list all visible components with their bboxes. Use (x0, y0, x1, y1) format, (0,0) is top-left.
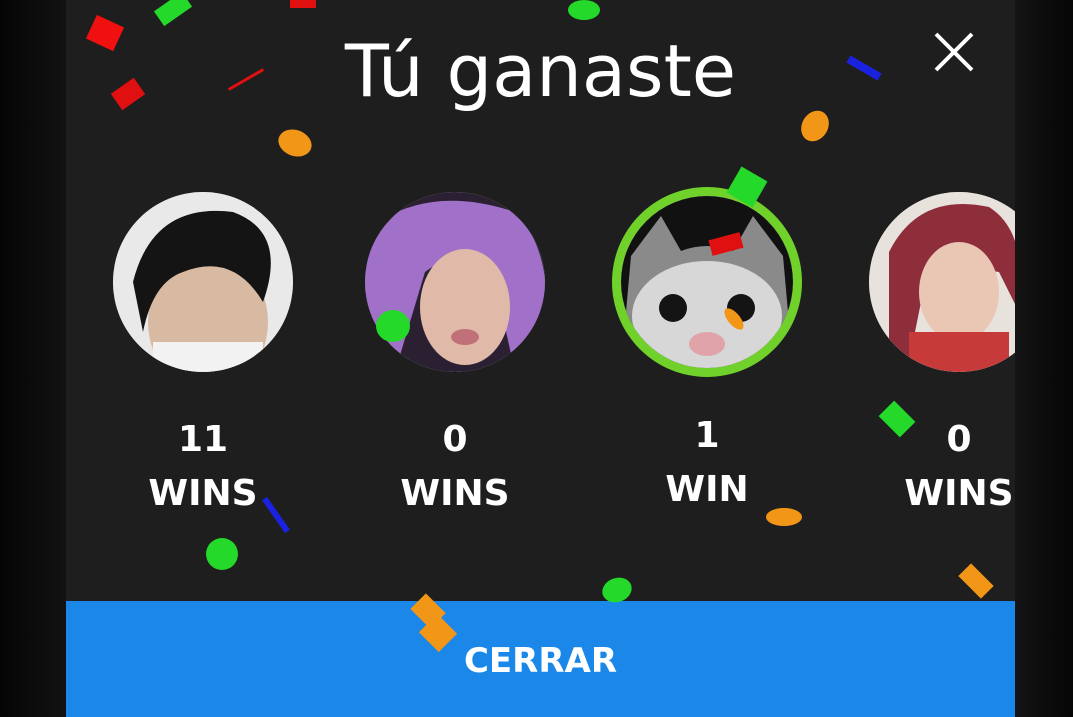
win-unit: WINS (400, 473, 510, 514)
win-unit: WINS (148, 473, 258, 514)
avatar-winner (621, 196, 793, 368)
dialog-title: Tú ganaste (344, 29, 737, 113)
results-dialog: Tú ganaste 11 WINS 0 WINS 1 WIN 0 WINS C… (66, 0, 1015, 717)
win-unit: WIN (665, 469, 749, 510)
background-right (1015, 0, 1073, 717)
confetti (206, 538, 238, 570)
win-count: 11 (177, 419, 229, 460)
win-count: 0 (442, 419, 468, 460)
player-card: 0 WINS (839, 192, 1015, 522)
player-card: 11 WINS (83, 192, 323, 522)
player-card: 0 WINS (335, 192, 575, 522)
confetti (568, 0, 600, 20)
close-icon (934, 32, 974, 72)
avatar (113, 192, 293, 372)
confetti (958, 563, 994, 599)
win-count: 1 (694, 415, 720, 456)
avatar (869, 192, 1015, 372)
player-card: 1 WIN (587, 192, 827, 518)
win-unit: WINS (904, 473, 1014, 514)
close-dialog-button[interactable]: CERRAR (66, 601, 1015, 717)
confetti (153, 0, 193, 27)
confetti (274, 124, 316, 162)
avatar (365, 192, 545, 372)
background-left (0, 0, 66, 717)
win-count: 0 (946, 419, 972, 460)
confetti (290, 0, 316, 8)
close-button[interactable] (932, 30, 976, 74)
